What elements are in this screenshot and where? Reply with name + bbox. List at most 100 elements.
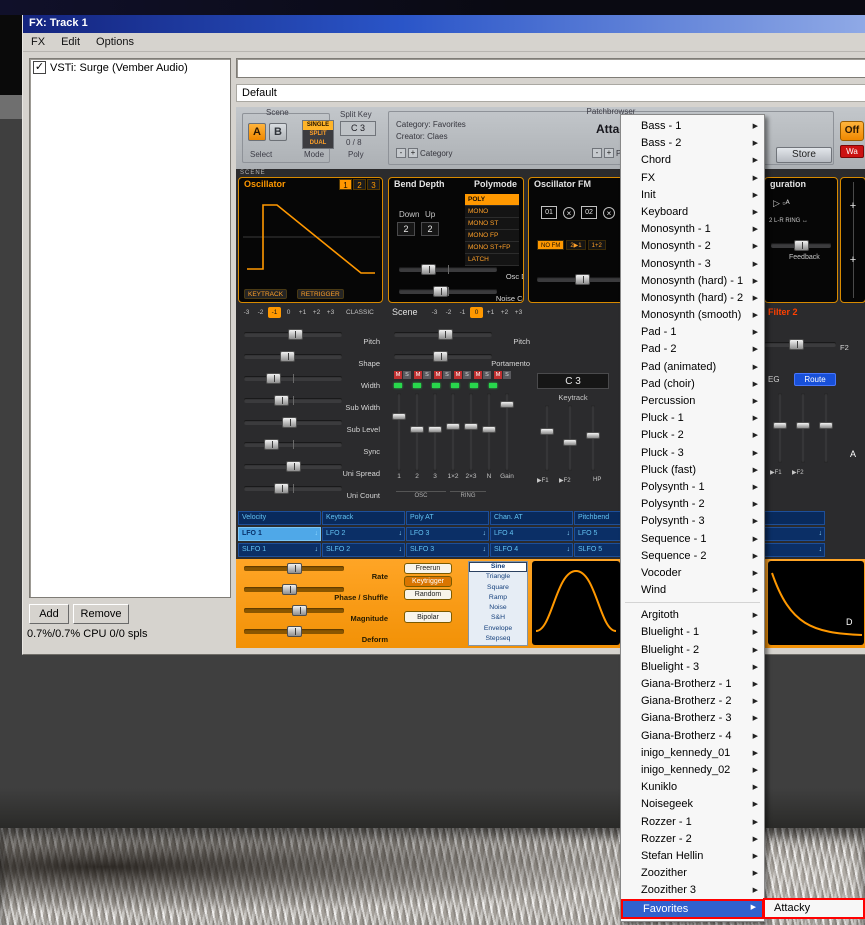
- menu-item[interactable]: Pluck - 2 ▶: [621, 427, 764, 444]
- menu-item[interactable]: Pluck (fast) ▶: [621, 462, 764, 479]
- slider-handle[interactable]: [540, 428, 554, 436]
- menu-item[interactable]: Sequence - 2 ▶: [621, 548, 764, 565]
- slider-track[interactable]: [451, 393, 455, 471]
- menu-item[interactable]: Zoozither ▶: [621, 865, 764, 882]
- keytrack-f1-label[interactable]: ▶F1: [537, 477, 549, 484]
- menu-item[interactable]: Vocoder ▶: [621, 565, 764, 582]
- slider-handle[interactable]: [392, 413, 406, 421]
- fx-bypass-off-button[interactable]: Off: [840, 121, 864, 141]
- polymode-option[interactable]: MONO ST: [465, 218, 519, 230]
- menu-item[interactable]: Keyboard ▶: [621, 204, 764, 221]
- lfo-cell[interactable]: LFO 3 ↓: [406, 527, 489, 541]
- menubar-item[interactable]: Options: [88, 34, 142, 50]
- slider-handle[interactable]: [789, 339, 805, 350]
- menu-item[interactable]: Pad - 2 ▶: [621, 341, 764, 358]
- menubar-item[interactable]: Edit: [53, 34, 88, 50]
- solo-button[interactable]: S: [503, 371, 511, 379]
- plugin-name-input[interactable]: [236, 58, 865, 78]
- menu-item[interactable]: Monosynth (smooth) ▶: [621, 307, 764, 324]
- slider-handle[interactable]: [446, 422, 460, 430]
- slider-handle[interactable]: [563, 438, 577, 446]
- fx-grid-plus-icon[interactable]: +: [841, 200, 865, 212]
- lfo-trigger-option[interactable]: Random: [404, 589, 452, 600]
- polymode-option[interactable]: POLY: [465, 194, 519, 206]
- oscillator-tab[interactable]: 2: [353, 179, 366, 190]
- solo-button[interactable]: S: [463, 371, 471, 379]
- menu-item[interactable]: Pad - 1 ▶: [621, 324, 764, 341]
- menu-item[interactable]: Pluck - 1 ▶: [621, 410, 764, 427]
- add-button[interactable]: Add: [29, 604, 69, 624]
- octave-option[interactable]: -1: [456, 307, 469, 318]
- lfo-cell[interactable]: LFO 1 ↓: [238, 527, 321, 541]
- fm-routing-option[interactable]: 2▶1: [566, 240, 586, 250]
- menu-item[interactable]: Bass - 1 ▶: [621, 118, 764, 135]
- store-button[interactable]: Store: [776, 147, 832, 163]
- octave-option[interactable]: -2: [442, 307, 455, 318]
- octave-option[interactable]: -1: [268, 307, 281, 318]
- remove-button[interactable]: Remove: [73, 604, 129, 624]
- slider-handle[interactable]: [500, 400, 514, 408]
- slider-handle[interactable]: [586, 432, 600, 440]
- polymode-option[interactable]: MONO FP: [465, 230, 519, 242]
- menu-item[interactable]: Stefan Hellin ▶: [621, 848, 764, 865]
- menu-item[interactable]: Argitoth ▶: [621, 607, 764, 624]
- slider-handle[interactable]: [773, 422, 787, 430]
- plugin-enabled-checkbox[interactable]: [33, 61, 46, 74]
- octave-option[interactable]: -3: [240, 307, 253, 318]
- keytrack-hp-label[interactable]: HP: [593, 477, 601, 483]
- fx-red-button[interactable]: Wa: [840, 145, 864, 158]
- slider-handle[interactable]: [794, 240, 809, 251]
- menu-item[interactable]: Polysynth - 3 ▶: [621, 513, 764, 530]
- menu-item[interactable]: FX ▶: [621, 170, 764, 187]
- menu-item[interactable]: inigo_kennedy_02 ▶: [621, 762, 764, 779]
- octave-option[interactable]: -3: [428, 307, 441, 318]
- route-button[interactable]: Route: [794, 373, 836, 386]
- plugin-row[interactable]: VSTi: Surge (Vember Audio): [30, 59, 230, 76]
- menu-item[interactable]: Bluelight - 1 ▶: [621, 624, 764, 641]
- scene-mode-option[interactable]: DUAL: [303, 139, 333, 148]
- slider-handle[interactable]: [819, 422, 833, 430]
- scene-a-button[interactable]: A: [248, 123, 266, 141]
- octave-option[interactable]: +3: [324, 307, 337, 318]
- bend-up-value[interactable]: 2: [421, 222, 439, 236]
- category-prev-button[interactable]: -: [396, 148, 406, 158]
- lfo-shape-option[interactable]: S&H: [469, 613, 527, 623]
- solo-button[interactable]: S: [423, 371, 431, 379]
- mute-button[interactable]: M: [494, 371, 502, 379]
- octave-option[interactable]: +1: [484, 307, 497, 318]
- menu-item[interactable]: Monosynth (hard) - 1 ▶: [621, 273, 764, 290]
- solo-button[interactable]: S: [403, 371, 411, 379]
- slfo-cell[interactable]: SLFO 2 ↓: [322, 543, 405, 557]
- scene-mode-option[interactable]: SINGLE: [303, 121, 333, 130]
- polymode-option[interactable]: MONO: [465, 206, 519, 218]
- menu-item[interactable]: Bluelight - 3 ▶: [621, 659, 764, 676]
- menu-item[interactable]: Monosynth - 2 ▶: [621, 238, 764, 255]
- menu-item[interactable]: Rozzer - 1 ▶: [621, 814, 764, 831]
- octave-option[interactable]: +2: [498, 307, 511, 318]
- menu-item[interactable]: Giana-Brotherz - 1 ▶: [621, 676, 764, 693]
- octave-option[interactable]: +1: [296, 307, 309, 318]
- slfo-cell[interactable]: SLFO 4 ↓: [490, 543, 573, 557]
- octave-option[interactable]: 0: [282, 307, 295, 318]
- menu-item[interactable]: Polysynth - 1 ▶: [621, 479, 764, 496]
- osc-mode-classic[interactable]: CLASSIC: [346, 309, 374, 316]
- lfo-waveform-display[interactable]: [532, 561, 620, 645]
- menu-item[interactable]: Sequence - 1 ▶: [621, 531, 764, 548]
- solo-button[interactable]: S: [443, 371, 451, 379]
- menu-item[interactable]: Giana-Brotherz - 3 ▶: [621, 710, 764, 727]
- keytrack-button[interactable]: KEYTRACK: [244, 289, 288, 299]
- bend-down-value[interactable]: 2: [397, 222, 415, 236]
- menu-item[interactable]: Pad (choir) ▶: [621, 376, 764, 393]
- plugin-list[interactable]: VSTi: Surge (Vember Audio): [29, 58, 231, 598]
- menu-item[interactable]: Init ▶: [621, 187, 764, 204]
- retrigger-button[interactable]: RETRIGGER: [297, 289, 344, 299]
- slider-handle[interactable]: [482, 425, 496, 433]
- eg-f1-label[interactable]: ▶F1: [770, 469, 782, 476]
- preset-combo[interactable]: Default: [236, 84, 865, 102]
- lfo-cell[interactable]: LFO 2 ↓: [322, 527, 405, 541]
- menu-item[interactable]: Pluck - 3 ▶: [621, 445, 764, 462]
- keytrack-f2-label[interactable]: ▶F2: [559, 477, 571, 484]
- bipolar-button[interactable]: Bipolar: [404, 611, 452, 623]
- slider-handle[interactable]: [410, 425, 424, 433]
- keytrack-root-note[interactable]: C 3: [537, 373, 609, 389]
